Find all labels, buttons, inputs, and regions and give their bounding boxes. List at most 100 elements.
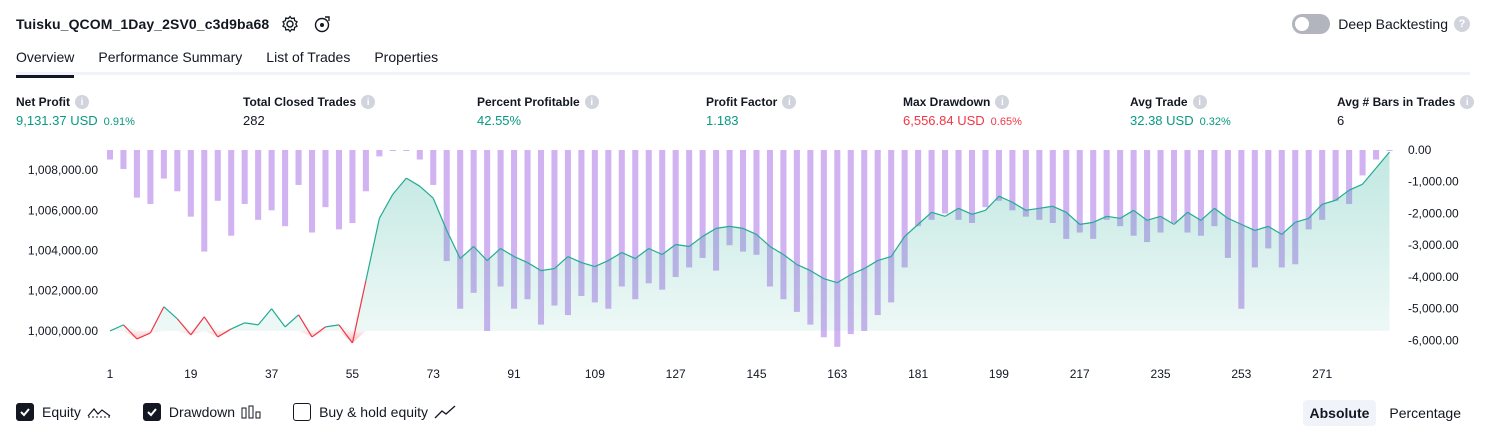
drawdown-bar xyxy=(942,150,949,214)
equity-toggle[interactable]: Equity xyxy=(16,403,111,421)
drawdown-checkbox[interactable] xyxy=(142,403,161,421)
trade-tick-label: 145 xyxy=(746,367,766,381)
drawdown-tick-label: -4,000.00 xyxy=(1408,270,1459,284)
drawdown-tick-label: -6,000.00 xyxy=(1408,333,1459,347)
drawdown-bar xyxy=(322,150,329,208)
deep-backtesting: Deep Backtesting ? xyxy=(1292,13,1470,35)
metric-label: Avg Trade xyxy=(1130,95,1188,109)
trade-tick-label: 91 xyxy=(507,367,521,381)
trade-tick-label: 253 xyxy=(1231,367,1251,381)
equity-drawdown-chart[interactable]: 1,008,000.00 1,006,000.00 1,004,000.00 1,00… xyxy=(0,140,1486,395)
metric-label: Profit Factor xyxy=(706,95,778,109)
drawdown-bar xyxy=(295,150,302,185)
equity-tick-label: 1,006,000.00 xyxy=(28,203,98,217)
drawdown-bar xyxy=(201,150,208,252)
trade-tick-label: 163 xyxy=(827,367,847,381)
drawdown-bar xyxy=(255,150,262,220)
deep-backtesting-label: Deep Backtesting xyxy=(1338,16,1448,32)
strategy-source-icon[interactable] xyxy=(311,13,333,35)
drawdown-bar xyxy=(133,150,140,198)
info-icon[interactable]: i xyxy=(361,95,376,109)
info-icon[interactable]: i xyxy=(1192,95,1207,109)
metric-max-drawdown: Max Drawdown i 6,556.84 USD 0.65% xyxy=(903,94,1022,129)
drawdown-tick-label: -5,000.00 xyxy=(1408,302,1459,316)
buy-hold-toggle[interactable]: Buy & hold equity xyxy=(293,403,456,421)
bar-chart-icon xyxy=(241,405,261,419)
drawdown-bar xyxy=(349,150,356,224)
buy-hold-checkbox[interactable] xyxy=(293,403,312,421)
info-icon[interactable]: i xyxy=(782,95,797,109)
trade-tick-label: 55 xyxy=(346,367,360,381)
trade-tick-label: 181 xyxy=(908,367,928,381)
trade-tick-label: 271 xyxy=(1312,367,1332,381)
trade-tick-label: 73 xyxy=(427,367,441,381)
gear-icon[interactable] xyxy=(279,13,301,35)
metric-value: 6,556.84 USD xyxy=(903,113,985,128)
equity-label: Equity xyxy=(42,404,81,420)
metric-value: 9,131.37 USD xyxy=(16,113,98,128)
toggle-knob xyxy=(1295,17,1310,31)
info-icon[interactable]: i xyxy=(75,95,89,109)
scale-mode: Absolute Percentage xyxy=(1297,400,1469,426)
info-icon[interactable]: i xyxy=(1460,95,1475,109)
drawdown-bar xyxy=(403,150,410,151)
equity-tick-label: 1,000,000.00 xyxy=(28,324,98,338)
info-icon[interactable]: i xyxy=(584,95,599,109)
drawdown-bar xyxy=(928,150,935,220)
equity-positive-area xyxy=(110,152,1390,331)
drawdown-bar xyxy=(1103,150,1110,220)
metric-percent-profitable: Percent Profitable i 42.55% xyxy=(477,94,599,129)
equity-tick-label: 1,004,000.00 xyxy=(28,244,98,258)
drawdown-bar xyxy=(228,150,235,236)
drawdown-bar xyxy=(335,150,342,230)
equity-checkbox[interactable] xyxy=(16,403,34,421)
drawdown-bar xyxy=(241,150,248,204)
drawdown-bar xyxy=(1076,150,1083,233)
trend-line-icon xyxy=(434,405,456,419)
drawdown-bar xyxy=(915,150,922,227)
metric-percent: 0.91% xyxy=(103,116,135,128)
percentage-button[interactable]: Percentage xyxy=(1382,400,1468,426)
metric-value: 1.183 xyxy=(706,113,739,128)
metric-value: 42.55% xyxy=(477,113,522,128)
drawdown-bar xyxy=(416,150,423,160)
metric-value: 6 xyxy=(1337,113,1345,128)
metric-label: Percent Profitable xyxy=(477,95,580,109)
drawdown-tick-label: -2,000.00 xyxy=(1408,206,1459,220)
equity-tick-label: 1,008,000.00 xyxy=(28,163,98,177)
drawdown-axis: 0.00 -1,000.00 -2,000.00 -3,000.00 -4,000.00… xyxy=(1408,143,1459,347)
tab-overview[interactable]: Overview xyxy=(16,40,75,78)
tab-performance-summary[interactable]: Performance Summary xyxy=(98,40,242,75)
drawdown-bar xyxy=(120,150,127,170)
metric-avg-bars: Avg # Bars in Trades i 6 xyxy=(1337,94,1475,129)
drawdown-bar xyxy=(430,150,437,185)
trade-tick-label: 1 xyxy=(107,367,114,381)
drawdown-bar xyxy=(174,150,181,192)
deep-backtesting-toggle[interactable] xyxy=(1292,14,1331,34)
drawdown-bar xyxy=(1332,150,1339,201)
metric-label: Max Drawdown xyxy=(903,95,991,109)
tab-list-of-trades[interactable]: List of Trades xyxy=(266,40,350,75)
trade-tick-label: 199 xyxy=(989,367,1009,381)
drawdown-bar xyxy=(968,150,976,224)
drawdown-bar xyxy=(1373,150,1380,160)
metric-percent: 0.65% xyxy=(990,116,1022,128)
trade-tick-label: 127 xyxy=(666,367,686,381)
chart-legend: Equity Drawdown Buy & hold equity xyxy=(16,403,488,421)
drawdown-bar xyxy=(1170,150,1178,224)
help-icon[interactable]: ? xyxy=(1454,16,1470,32)
drawdown-bar xyxy=(282,150,289,227)
info-icon[interactable]: i xyxy=(995,95,1010,109)
tab-properties[interactable]: Properties xyxy=(374,40,438,75)
metric-label: Net Profit xyxy=(16,95,70,109)
equity-line-icon xyxy=(87,405,111,419)
drawdown-toggle[interactable]: Drawdown xyxy=(142,403,261,421)
absolute-button[interactable]: Absolute xyxy=(1302,400,1377,426)
drawdown-tick-label: -3,000.00 xyxy=(1408,238,1459,252)
drawdown-bar xyxy=(1022,150,1029,217)
metric-total-closed-trades: Total Closed Trades i 282 xyxy=(243,94,376,129)
drawdown-bar xyxy=(1359,150,1366,176)
trade-tick-label: 235 xyxy=(1151,367,1171,381)
metric-value: 32.38 USD xyxy=(1130,113,1194,128)
trade-tick-label: 37 xyxy=(265,367,279,381)
